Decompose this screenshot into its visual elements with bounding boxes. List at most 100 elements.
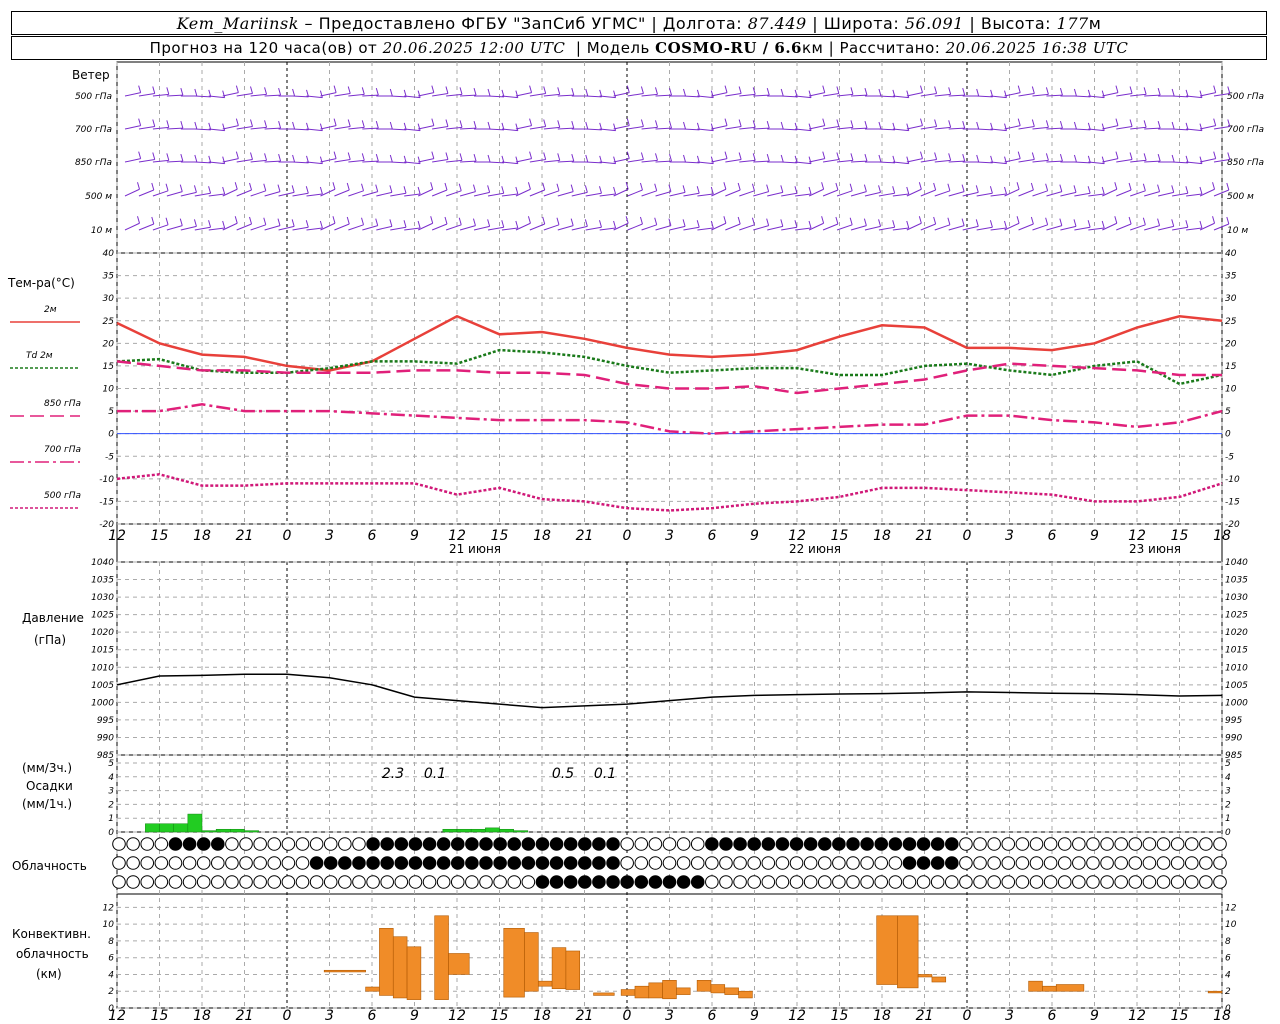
wind-barb: [418, 125, 434, 130]
wind-barb: [306, 128, 323, 132]
wind-barb-flag: [1213, 151, 1217, 159]
wind-level-label-right: 500 м: [1227, 192, 1254, 202]
cloud-cover-circle: [888, 875, 903, 889]
wind-barb: [390, 226, 407, 231]
wind-level-label-left: 850 гПа: [75, 158, 112, 168]
cloud-cover-circle: [846, 856, 860, 870]
wind-barb-flag: [836, 119, 840, 127]
wind-barb-flag: [1017, 85, 1021, 93]
cloud-cover-circle: [549, 856, 564, 870]
wind-barb-flag: [766, 154, 770, 162]
pressure-ytick-right: 995: [1225, 716, 1242, 726]
x-tick-label-bottom: 6: [708, 1008, 717, 1024]
wind-barb: [557, 191, 574, 197]
wind-barb-flag: [458, 183, 462, 191]
cloud-cover-circle: [1156, 875, 1171, 889]
cloud-cover-circle: [112, 837, 126, 851]
temp-ytick-right: 10: [1225, 385, 1237, 395]
wind-barb: [781, 128, 798, 131]
wind-barb: [809, 92, 825, 97]
cloud-cover-circle: [563, 856, 578, 870]
wind-barb-flag: [738, 119, 742, 127]
wind-barb-flag: [655, 87, 658, 95]
conv-ytick-right: 2: [1225, 987, 1231, 997]
wind-barb-flag: [263, 183, 267, 191]
precip-bar: [215, 828, 231, 833]
wind-barb-flag: [250, 86, 253, 94]
wind-barb-flag: [487, 121, 491, 130]
pressure-title: Давление: [22, 611, 84, 625]
wind-barb-flag: [1101, 90, 1105, 98]
wind-barb-flag: [264, 120, 268, 128]
cloud-cover-circle: [182, 837, 197, 851]
wind-barb: [501, 227, 518, 231]
wind-barb: [990, 193, 1007, 197]
wind-barb-flag: [1115, 118, 1119, 126]
wind-barb-flag: [431, 151, 435, 159]
wind-barb-flag: [1030, 216, 1034, 225]
cloud-cover-circle: [1184, 875, 1199, 889]
wind-barb-flag: [445, 119, 449, 127]
wind-level-label-right: 500 гПа: [1227, 92, 1264, 102]
wind-barb-flag: [333, 85, 337, 93]
temp-ytick-right: 15: [1225, 362, 1237, 372]
cloud-cover-circle: [1057, 856, 1072, 870]
wind-barb-flag: [766, 88, 770, 96]
wind-barb: [250, 159, 267, 163]
wind-barb: [138, 126, 155, 130]
convective-cloud-bar: [503, 928, 525, 998]
wind-barb: [501, 161, 518, 165]
wind-barb: [404, 193, 421, 197]
wind-barb-flag: [878, 88, 882, 97]
wind-barb: [781, 161, 798, 164]
wind-barb-flag: [1129, 119, 1133, 127]
wind-barb-flag: [292, 121, 296, 130]
wind-barb-flag: [1143, 87, 1147, 95]
wind-barb: [878, 161, 895, 164]
cloud-cover-circle: [182, 856, 197, 870]
x-tick-label-bottom: 15: [151, 1008, 169, 1024]
wind-barb-flag: [403, 220, 407, 228]
cloud-cover-circle: [154, 837, 169, 851]
wind-barb-flag: [557, 87, 561, 95]
convective-cloud-bar: [676, 987, 691, 995]
wind-barb-flag: [347, 119, 351, 127]
precip-ytick-left: 3: [108, 787, 114, 797]
x-tick-label-bottom: 9: [410, 1008, 419, 1024]
wind-barb-flag: [975, 185, 979, 193]
x-tick-label-temp: 21: [236, 528, 254, 544]
cloud-cover-circle: [690, 837, 705, 851]
wind-barb-flag: [1213, 118, 1217, 126]
wind-barb: [194, 226, 211, 231]
x-tick-label-temp: 3: [1005, 528, 1014, 544]
pressure-ytick-right: 1040: [1225, 558, 1248, 568]
wind-barb: [320, 125, 337, 130]
wind-barb: [795, 128, 812, 132]
cloud-cover-circle: [253, 856, 267, 870]
wind-barb-flag: [1101, 156, 1105, 164]
wind-barb: [725, 189, 741, 197]
wind-barb: [878, 128, 895, 131]
wind-barb: [864, 191, 881, 197]
wind-barb-flag: [194, 88, 198, 97]
wind-barb-flag: [613, 220, 617, 229]
wind-barb-flag: [1114, 182, 1118, 190]
x-tick-label-bottom: 6: [1048, 1008, 1057, 1024]
convective-cloud-bar: [696, 980, 712, 992]
wind-barb-flag: [766, 121, 770, 129]
temp-ytick-left: 20: [103, 339, 115, 349]
wind-barb-flag: [208, 220, 212, 228]
wind-barb: [599, 227, 616, 231]
wind-barb: [222, 125, 239, 130]
wind-barb: [753, 191, 769, 197]
wind-barb: [1102, 92, 1119, 97]
wind-barb: [152, 224, 169, 231]
cloud-cover-circle: [888, 856, 903, 870]
wind-barb-flag: [556, 217, 560, 225]
wind-barb-flag: [850, 87, 854, 95]
cloud-cover-circle: [987, 856, 1001, 870]
x-tick-label-temp: 18: [193, 528, 211, 544]
wind-barb-flag: [234, 182, 238, 190]
wind-barb: [543, 159, 560, 163]
wind-barb-flag: [850, 153, 854, 161]
